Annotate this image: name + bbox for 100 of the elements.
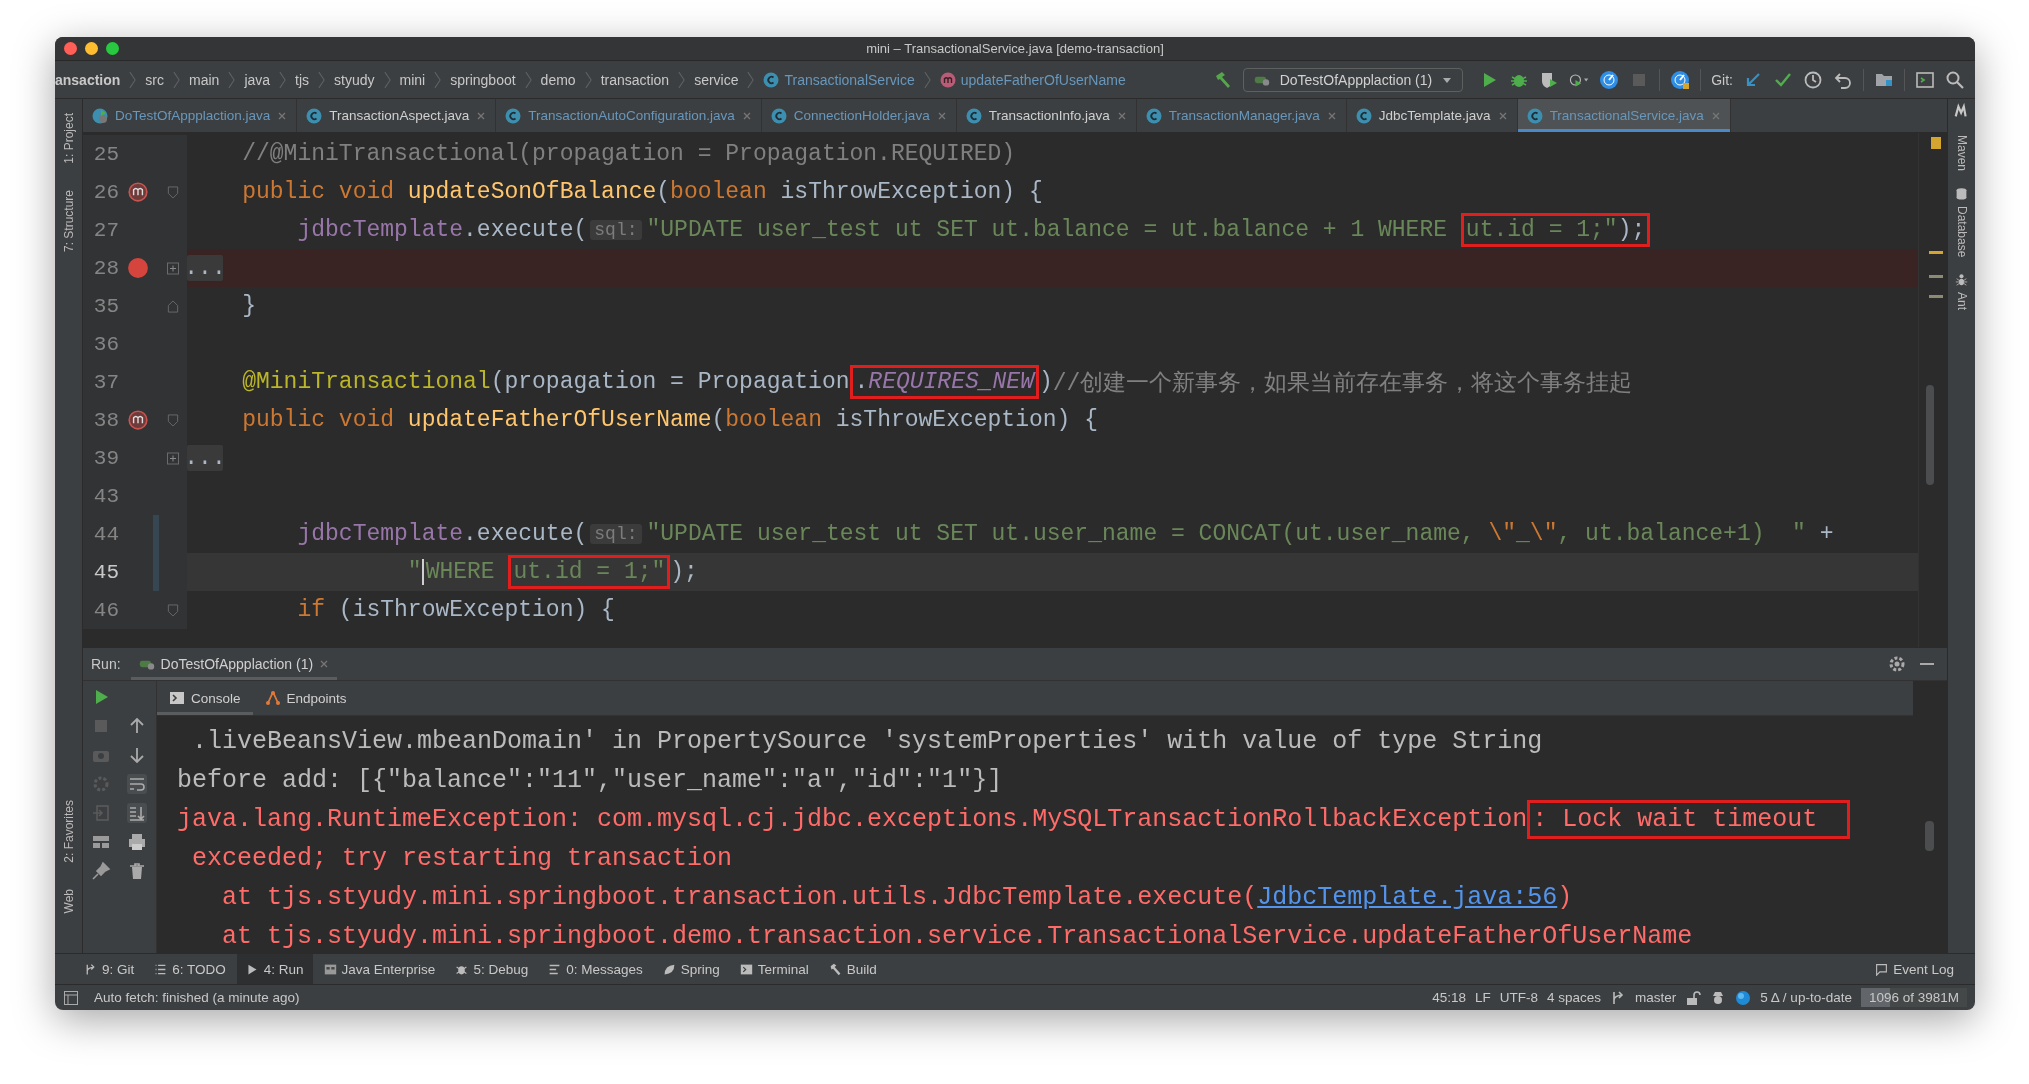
tool-window-button[interactable]: Java Enterprise [314, 954, 445, 984]
memory-indicator[interactable]: 1096 of 3981M [1860, 988, 1967, 1007]
breadcrumb[interactable]: tjs [295, 71, 310, 88]
run-tab[interactable]: DoTestOfAppplaction (1) [130, 648, 338, 680]
change-marker[interactable] [153, 515, 159, 553]
editor-tab[interactable]: JdbcTemplate.java [1346, 99, 1518, 132]
breadcrumb[interactable]: springboot [450, 71, 516, 88]
run-configuration-dropdown[interactable]: DoTestOfAppplaction (1) [1242, 67, 1464, 92]
tool-window-tab[interactable]: Database [1954, 187, 1969, 258]
close-icon[interactable] [1116, 110, 1127, 121]
code-text: isThrowException) { [834, 407, 1098, 433]
fold-marker-icon[interactable] [167, 603, 179, 617]
scrollbar[interactable] [1925, 821, 1934, 851]
expand-icon[interactable] [167, 261, 179, 275]
trash-icon[interactable] [127, 861, 147, 881]
play-icon [245, 962, 259, 976]
lock-icon[interactable] [1685, 989, 1702, 1006]
editor-tab[interactable]: DoTestOfAppplaction.java [83, 99, 298, 132]
fold-marker-icon[interactable] [167, 299, 179, 313]
settings-icon[interactable] [1887, 654, 1907, 674]
tool-window-tab[interactable]: Maven [1954, 135, 1969, 172]
window-title: mini – TransactionalService.java [demo-transaction] [866, 41, 1164, 56]
console-tab[interactable]: Endpoints [252, 681, 359, 715]
keyword: public void [241, 179, 396, 205]
file-encoding[interactable]: UTF-8 [1499, 990, 1538, 1005]
class-icon [1355, 107, 1372, 124]
breadcrumb[interactable]: service [694, 71, 739, 88]
close-icon[interactable] [1497, 110, 1508, 121]
scroll-to-end-icon[interactable] [127, 803, 147, 823]
line-number: 27 [92, 218, 119, 242]
breadcrumb[interactable]: styudy [334, 71, 375, 88]
breadcrumb[interactable]: mini [399, 71, 426, 88]
file-link[interactable]: JdbcTemplate.java:56 [1257, 883, 1558, 912]
close-icon[interactable] [319, 659, 330, 669]
tool-window-tab[interactable]: Web [61, 888, 76, 913]
line-separator[interactable]: LF [1475, 990, 1491, 1005]
gauge-icon[interactable] [1599, 69, 1620, 90]
close-button[interactable] [64, 42, 77, 55]
fold-marker-icon[interactable] [167, 185, 179, 199]
editor-tab[interactable]: TransactionAspect.java [297, 99, 497, 132]
close-icon[interactable] [277, 110, 288, 121]
vcs-status[interactable]: 5 Δ / up-to-date [1760, 990, 1852, 1005]
editor-tab[interactable]: TransactionInfo.java [956, 99, 1137, 132]
tool-window-button[interactable]: 4: Run [236, 954, 313, 984]
minimize-button[interactable] [85, 42, 98, 55]
close-icon[interactable] [476, 110, 487, 121]
tool-window-button[interactable]: 9: Git [75, 954, 144, 984]
tool-window-tab[interactable]: Ant [1954, 273, 1969, 311]
code-text: } [241, 293, 256, 319]
event-log-button[interactable]: Event Log [1866, 954, 1963, 984]
console-tab[interactable]: Console [157, 681, 253, 715]
tool-window-tab[interactable]: 7: Structure [61, 189, 76, 252]
tool-window-button[interactable]: Terminal [730, 954, 818, 984]
arrow-down-icon[interactable] [127, 745, 147, 765]
breadcrumb[interactable]: transaction [600, 71, 670, 88]
caret-position[interactable]: 45:18 [1432, 990, 1466, 1005]
tool-window-tab[interactable]: 2: Favorites [61, 799, 76, 863]
override-icon[interactable] [127, 409, 149, 431]
tool-window-button[interactable]: 0: Messages [539, 954, 652, 984]
editor-tab[interactable]: TransactionManager.java [1136, 99, 1347, 132]
expand-icon[interactable] [167, 451, 179, 465]
tool-window-tab[interactable]: 1: Project [61, 113, 76, 164]
indent-setting[interactable]: 4 spaces [1547, 990, 1602, 1005]
breadcrumb[interactable]: updateFatherOfUserName [960, 71, 1126, 88]
class-icon [763, 71, 780, 88]
escape-sequence: \" [1488, 521, 1517, 547]
breadcrumb[interactable]: demo [540, 71, 576, 88]
scrollbar[interactable] [1926, 385, 1934, 485]
tool-window-button[interactable]: Build [819, 954, 886, 984]
tool-window-button[interactable]: Spring [653, 954, 729, 984]
soft-wrap-icon[interactable] [127, 774, 147, 794]
panel-toggle-icon[interactable] [63, 989, 79, 1006]
close-icon[interactable] [936, 110, 947, 121]
window-icon[interactable] [1915, 69, 1935, 90]
code-text: ( [711, 407, 726, 433]
breadcrumb[interactable]: src [145, 71, 165, 88]
close-icon[interactable] [741, 110, 752, 121]
breadcrumb[interactable]: ansaction [55, 71, 121, 88]
globe-icon [1735, 989, 1752, 1006]
pin-icon[interactable] [91, 861, 111, 881]
breadcrumb[interactable]: main [189, 71, 220, 88]
tool-window-button[interactable]: 5: Debug [446, 954, 538, 984]
tool-window-button[interactable]: 6: TODO [145, 954, 235, 984]
editor-tab[interactable]: TransactionAutoConfiguration.java [496, 99, 762, 132]
git-branch[interactable]: master [1635, 990, 1677, 1005]
breadcrumb[interactable]: TransactionalService [784, 71, 915, 88]
breakpoint-icon[interactable] [127, 257, 149, 279]
print-icon[interactable] [127, 832, 147, 852]
chevron-icon [584, 69, 592, 90]
close-icon[interactable] [1326, 110, 1337, 121]
gauge-icon[interactable] [1670, 69, 1691, 90]
search-icon[interactable] [1945, 69, 1965, 90]
line-number: 46 [92, 598, 119, 622]
override-icon[interactable] [127, 181, 149, 203]
editor-tab[interactable]: ConnectionHolder.java [761, 99, 957, 132]
breadcrumb[interactable]: java [244, 71, 271, 88]
maximize-button[interactable] [106, 42, 119, 55]
change-marker[interactable] [153, 553, 159, 591]
history-icon[interactable] [1803, 69, 1823, 90]
fold-marker-icon[interactable] [167, 413, 179, 427]
